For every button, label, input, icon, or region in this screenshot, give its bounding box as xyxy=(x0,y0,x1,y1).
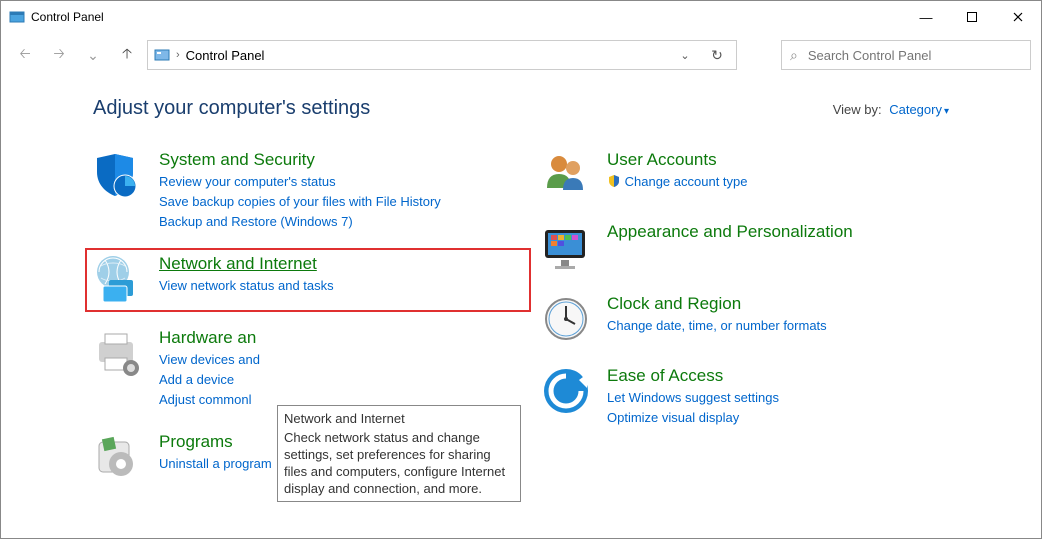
category-network-internet[interactable]: Network and Internet xyxy=(159,254,334,274)
link-view-devices[interactable]: View devices and xyxy=(159,350,260,370)
highlight-box: Network and Internet View network status… xyxy=(85,248,531,312)
link-change-date-time[interactable]: Change date, time, or number formats xyxy=(607,316,827,336)
programs-icon xyxy=(93,432,143,482)
view-by-label: View by: xyxy=(833,102,882,117)
maximize-button[interactable] xyxy=(949,1,995,33)
app-icon xyxy=(9,9,25,25)
window-title: Control Panel xyxy=(31,10,903,24)
link-review-status[interactable]: Review your computer's status xyxy=(159,172,441,192)
users-icon xyxy=(541,150,591,200)
view-by: View by: Category▾ xyxy=(833,102,949,117)
page-title: Adjust your computer's settings xyxy=(93,97,370,120)
category-system-security[interactable]: System and Security xyxy=(159,150,441,170)
ease-of-access-icon xyxy=(541,366,591,416)
forward-button[interactable]: 🡢 xyxy=(45,41,73,69)
monitor-icon xyxy=(541,222,591,272)
category-hardware-sound[interactable]: Hardware an xyxy=(159,328,260,348)
control-panel-icon xyxy=(154,47,170,63)
address-dropdown[interactable]: ⌄ xyxy=(672,49,698,62)
minimize-button[interactable]: ― xyxy=(903,1,949,33)
address-bar[interactable]: › Control Panel ⌄ ↻ xyxy=(147,40,737,70)
link-adjust-mobility[interactable]: Adjust commonl xyxy=(159,390,260,410)
category-appearance[interactable]: Appearance and Personalization xyxy=(607,222,853,242)
close-button[interactable] xyxy=(995,1,1041,33)
link-change-account-type[interactable]: Change account type xyxy=(607,172,748,192)
link-uninstall[interactable]: Uninstall a program xyxy=(159,454,272,474)
link-add-device[interactable]: Add a device xyxy=(159,370,260,390)
tooltip: Network and Internet Check network statu… xyxy=(277,405,521,502)
category-user-accounts[interactable]: User Accounts xyxy=(607,150,748,170)
category-ease-of-access[interactable]: Ease of Access xyxy=(607,366,779,386)
category-programs[interactable]: Programs xyxy=(159,432,272,452)
view-by-dropdown[interactable]: Category▾ xyxy=(889,102,949,117)
search-box[interactable]: ⌕ xyxy=(781,40,1031,70)
search-input[interactable] xyxy=(806,47,1022,64)
globe-icon xyxy=(93,254,143,304)
recent-dropdown[interactable]: ⌄ xyxy=(79,41,107,69)
address-text: Control Panel xyxy=(186,48,666,63)
address-separator: › xyxy=(176,49,180,61)
clock-icon xyxy=(541,294,591,344)
shield-icon xyxy=(93,150,143,200)
printer-icon xyxy=(93,328,143,378)
link-optimize-display[interactable]: Optimize visual display xyxy=(607,408,779,428)
tooltip-body: Check network status and change settings… xyxy=(284,429,514,497)
link-file-history[interactable]: Save backup copies of your files with Fi… xyxy=(159,192,441,212)
tooltip-title: Network and Internet xyxy=(284,410,514,427)
link-windows-suggest[interactable]: Let Windows suggest settings xyxy=(607,388,779,408)
back-button[interactable]: 🡠 xyxy=(11,41,39,69)
refresh-button[interactable]: ↻ xyxy=(704,47,730,64)
link-backup-restore[interactable]: Backup and Restore (Windows 7) xyxy=(159,212,441,232)
up-button[interactable]: 🡡 xyxy=(113,41,141,69)
category-clock-region[interactable]: Clock and Region xyxy=(607,294,827,314)
link-network-status[interactable]: View network status and tasks xyxy=(159,276,334,296)
search-icon: ⌕ xyxy=(790,47,798,64)
